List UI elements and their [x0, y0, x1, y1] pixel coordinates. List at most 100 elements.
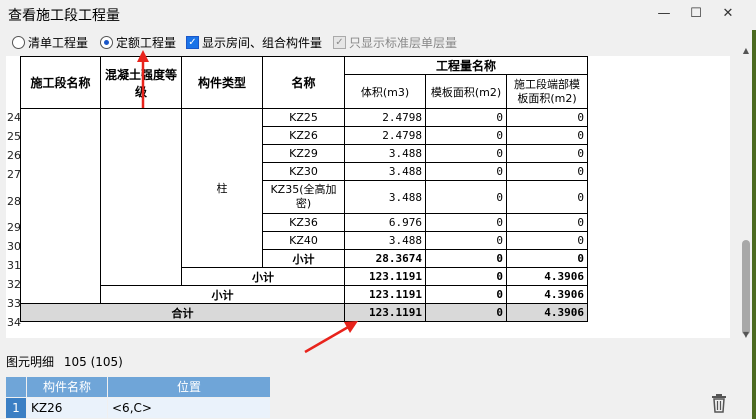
cell-name: KZ35(全高加密): [262, 180, 345, 214]
cell-volume: 2.4798: [344, 108, 426, 127]
cell-component-type: 柱: [181, 108, 263, 268]
row-number: 28: [7, 195, 21, 208]
maximize-button[interactable]: ☐: [684, 4, 708, 24]
table-row-total[interactable]: 合计 123.1191 0 4.3906: [20, 303, 588, 322]
header-quantity-group: 工程量名称: [344, 56, 588, 76]
detail-header-corner: [6, 377, 26, 397]
cell-formwork: 0: [425, 180, 507, 214]
cell-formwork: 0: [425, 108, 507, 127]
header-concrete-grade[interactable]: 混凝土强度等级: [100, 56, 182, 109]
quantity-table: 施工段名称 混凝土强度等级 构件类型 名称 工程量名称 体积(m3) 模板面积(…: [20, 56, 588, 322]
checkbox-disabled-icon: ✓: [333, 36, 346, 49]
options-toolbar: 清单工程量 定额工程量 ✓ 显示房间、组合构件量 ✓ 只显示标准层单层量: [0, 31, 745, 55]
minimize-button[interactable]: —: [652, 4, 676, 24]
cell-name: KZ30: [262, 162, 345, 181]
cell-concrete: [100, 108, 182, 286]
trash-icon[interactable]: [710, 393, 728, 413]
checkbox-standard-floor-label: 只显示标准层单层量: [349, 36, 458, 50]
cell-formwork: 0: [425, 231, 507, 250]
cell-formwork: 0: [425, 303, 507, 322]
cell-section: [20, 108, 101, 304]
cell-volume: 2.4798: [344, 126, 426, 145]
cell-formwork: 0: [425, 249, 507, 268]
checkbox-show-room-label: 显示房间、组合构件量: [202, 36, 323, 50]
cell-volume: 3.488: [344, 162, 426, 181]
radio-selected-icon[interactable]: [100, 36, 113, 49]
header-section-name[interactable]: 施工段名称: [20, 56, 101, 109]
radio-icon[interactable]: [12, 36, 25, 49]
row-number: 30: [7, 240, 21, 253]
cell-formwork: 0: [425, 126, 507, 145]
cell-end-formwork: 0: [506, 144, 588, 163]
checkbox-show-room[interactable]: ✓ 显示房间、组合构件量: [186, 34, 322, 51]
row-number: 31: [7, 259, 21, 272]
table-row-subtotal[interactable]: 小计 123.1191 0 4.3906: [21, 285, 588, 304]
row-number: 26: [7, 149, 21, 162]
cell-end-formwork: 4.3906: [506, 267, 588, 286]
cell-name: KZ26: [262, 126, 345, 145]
radio-bill-quantity[interactable]: 清单工程量: [12, 34, 88, 51]
header-end-formwork-area[interactable]: 施工段端部模板面积(m2): [506, 74, 588, 109]
row-number: 34: [7, 316, 21, 329]
cell-end-formwork: 0: [506, 249, 588, 268]
cell-total-label: 合计: [20, 303, 345, 322]
cell-end-formwork: 0: [506, 231, 588, 250]
cell-formwork: 0: [425, 162, 507, 181]
detail-panel-title: 图元明细 105 (105): [6, 353, 123, 370]
cell-name: KZ36: [262, 213, 345, 232]
checkbox-checked-icon[interactable]: ✓: [186, 36, 199, 49]
scroll-down-icon[interactable]: ▼: [740, 330, 752, 340]
radio-quota-quantity[interactable]: 定额工程量: [100, 34, 176, 51]
cell-volume: 123.1191: [344, 267, 426, 286]
cell-subtotal-label: 小计: [100, 285, 345, 304]
cell-end-formwork: 0: [506, 162, 588, 181]
cell-name: KZ25: [262, 108, 345, 127]
row-number: 29: [7, 221, 21, 234]
cell-name: KZ40: [262, 231, 345, 250]
cell-volume: 3.488: [344, 144, 426, 163]
cell-end-formwork: 0: [506, 126, 588, 145]
cell-subtotal-label: 小计: [181, 267, 345, 286]
vertical-scrollbar[interactable]: [740, 45, 752, 340]
cell-volume: 123.1191: [344, 285, 426, 304]
row-number: 25: [7, 130, 21, 143]
row-number-column: 24 25 26 27 28 29 30 31 32 33 34: [6, 56, 21, 338]
detail-row-number[interactable]: 1: [6, 398, 26, 418]
cell-formwork: 0: [425, 213, 507, 232]
detail-cell-position[interactable]: <6,C>: [108, 398, 270, 418]
table-row[interactable]: 柱 KZ25 2.4798 0 0: [20, 108, 588, 304]
detail-cell-component-name[interactable]: KZ26: [27, 398, 107, 418]
radio-bill-label: 清单工程量: [28, 36, 89, 50]
quantity-grid[interactable]: 24 25 26 27 28 29 30 31 32 33 34 施工段名称 混…: [6, 56, 730, 338]
close-button[interactable]: ✕: [716, 4, 740, 24]
row-number: 24: [7, 111, 21, 124]
cell-subtotal-label: 小计: [262, 249, 345, 268]
cell-formwork: 0: [425, 144, 507, 163]
cell-end-formwork: 4.3906: [506, 303, 588, 322]
header-volume[interactable]: 体积(m3): [344, 74, 426, 109]
scroll-up-icon[interactable]: ▲: [740, 46, 752, 56]
cell-formwork: 0: [425, 267, 507, 286]
row-number: 32: [7, 278, 21, 291]
detail-count: 105 (105): [63, 355, 123, 369]
header-component-type[interactable]: 构件类型: [181, 56, 263, 109]
cell-volume: 3.488: [344, 231, 426, 250]
row-number: 33: [7, 297, 21, 310]
scrollbar-thumb[interactable]: [742, 240, 750, 335]
title-bar: 查看施工段工程量 — ☐ ✕: [0, 0, 756, 30]
detail-header-position[interactable]: 位置: [108, 377, 270, 397]
detail-grid[interactable]: 构件名称 位置 1 KZ26 <6,C>: [6, 377, 270, 419]
detail-header-component-name[interactable]: 构件名称: [27, 377, 107, 397]
radio-quota-label: 定额工程量: [116, 36, 177, 50]
header-formwork-area[interactable]: 模板面积(m2): [425, 74, 507, 109]
background-viewport-strip: [752, 30, 756, 419]
cell-volume: 28.3674: [344, 249, 426, 268]
checkbox-standard-floor: ✓ 只显示标准层单层量: [333, 34, 457, 51]
cell-volume: 123.1191: [344, 303, 426, 322]
header-name[interactable]: 名称: [262, 56, 345, 109]
cell-name: KZ29: [262, 144, 345, 163]
cell-end-formwork: 4.3906: [506, 285, 588, 304]
window-title: 查看施工段工程量: [8, 8, 120, 24]
cell-volume: 6.976: [344, 213, 426, 232]
row-number: 27: [7, 168, 21, 181]
